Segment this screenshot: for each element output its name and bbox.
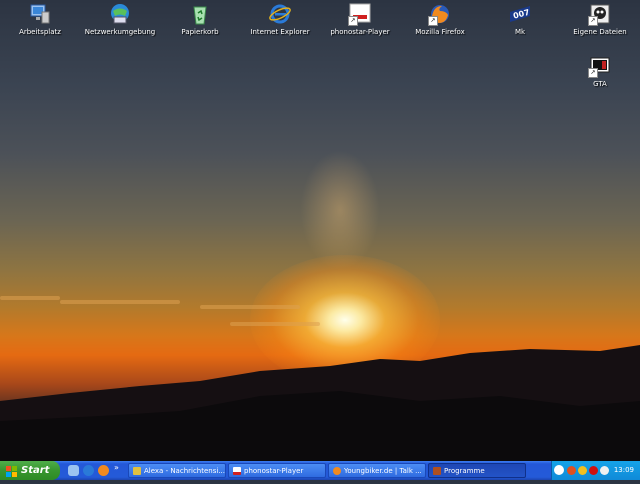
desktop-icon-netzwerkumgebung[interactable]: Netzwerkumgebung [82, 2, 158, 37]
desktop-icon-gta[interactable]: ↗ GTA [562, 54, 638, 89]
desktop-icon-arbeitsplatz[interactable]: Arbeitsplatz [2, 2, 78, 37]
desktop-icon-label: GTA [593, 80, 607, 88]
computer-icon [28, 2, 52, 26]
programme-icon [433, 467, 441, 475]
system-tray: 13:09 [551, 461, 640, 480]
firefox-icon [333, 467, 341, 475]
tray-icon-security[interactable] [578, 466, 587, 475]
desktop-icon-label: Internet Explorer [250, 28, 310, 36]
my-documents-icon: ↗ [588, 2, 612, 26]
tray-icon-app[interactable] [600, 466, 609, 475]
shortcut-arrow-icon: ↗ [588, 68, 598, 78]
wallpaper-cloud [230, 322, 320, 326]
network-icon [108, 2, 132, 26]
desktop-icon-label: Mozilla Firefox [415, 28, 465, 36]
start-label: Start [21, 465, 50, 476]
start-button[interactable]: Start [0, 461, 60, 480]
phonostar-icon [233, 467, 241, 475]
taskbar-button-label: Programme [444, 467, 485, 475]
desktop-icon-phonostar-player[interactable]: ↗ phonostar-Player [322, 2, 398, 37]
taskbar-button-label: Youngbiker.de | Talk ... [344, 467, 422, 475]
desktop-icon-label: Netzwerkumgebung [84, 28, 156, 36]
taskbar-button-alexa[interactable]: Alexa - Nachrichtensi... [128, 463, 226, 478]
quicklaunch-overflow-chevron[interactable]: » [114, 463, 119, 472]
wallpaper-cloud [60, 300, 180, 304]
firefox-icon: ↗ [428, 2, 452, 26]
mk-badge-text: 007 [512, 8, 530, 21]
desktop-icon-mk[interactable]: 007 Mk [482, 2, 558, 37]
shortcut-arrow-icon: ↗ [348, 16, 358, 26]
shortcut-arrow-icon: ↗ [428, 16, 438, 26]
gta-icon: ↗ [588, 54, 612, 78]
desktop-icon-eigene-dateien[interactable]: ↗ Eigene Dateien [562, 2, 638, 37]
quicklaunch-ie-icon[interactable] [83, 465, 94, 476]
mk-007-icon: 007 [508, 2, 532, 26]
tray-expand-chevron-icon[interactable] [554, 465, 564, 475]
taskbar: Start » Alexa - Nachrichtensi... phonost… [0, 461, 640, 480]
tray-icon-network[interactable] [567, 466, 576, 475]
desktop-icon-label: Papierkorb [181, 28, 219, 36]
windows-logo-icon [6, 465, 17, 477]
wallpaper-flare [300, 150, 380, 270]
tray-icon-antivirus[interactable] [589, 466, 598, 475]
shortcut-arrow-icon: ↗ [588, 16, 598, 26]
desktop-icon-mozilla-firefox[interactable]: ↗ Mozilla Firefox [402, 2, 478, 37]
taskbar-button-label: phonostar-Player [244, 467, 304, 475]
wallpaper-cloud [200, 305, 300, 309]
desktop-icon-internet-explorer[interactable]: Internet Explorer [242, 2, 318, 37]
recycle-bin-icon [188, 2, 212, 26]
taskbar-button-programme[interactable]: Programme [428, 463, 526, 478]
taskbar-button-label: Alexa - Nachrichtensi... [144, 467, 225, 475]
quicklaunch-firefox-icon[interactable] [98, 465, 109, 476]
desktop-icon-papierkorb[interactable]: Papierkorb [162, 2, 238, 37]
wallpaper-mountains [0, 345, 640, 461]
desktop-icon-label: Eigene Dateien [573, 28, 627, 36]
taskbar-button-youngbiker[interactable]: Youngbiker.de | Talk ... [328, 463, 426, 478]
desktop-icon-label: phonostar-Player [330, 28, 390, 36]
system-clock[interactable]: 13:09 [614, 461, 634, 480]
window-app-icon [133, 467, 141, 475]
desktop-icon-label: Mk [514, 28, 526, 36]
internet-explorer-icon [268, 2, 292, 26]
desktop-icon-label: Arbeitsplatz [19, 28, 61, 36]
quicklaunch-desktop-icon[interactable] [68, 465, 79, 476]
taskbar-button-phonostar[interactable]: phonostar-Player [228, 463, 326, 478]
phonostar-icon: ↗ [348, 2, 372, 26]
wallpaper-cloud [0, 296, 60, 300]
